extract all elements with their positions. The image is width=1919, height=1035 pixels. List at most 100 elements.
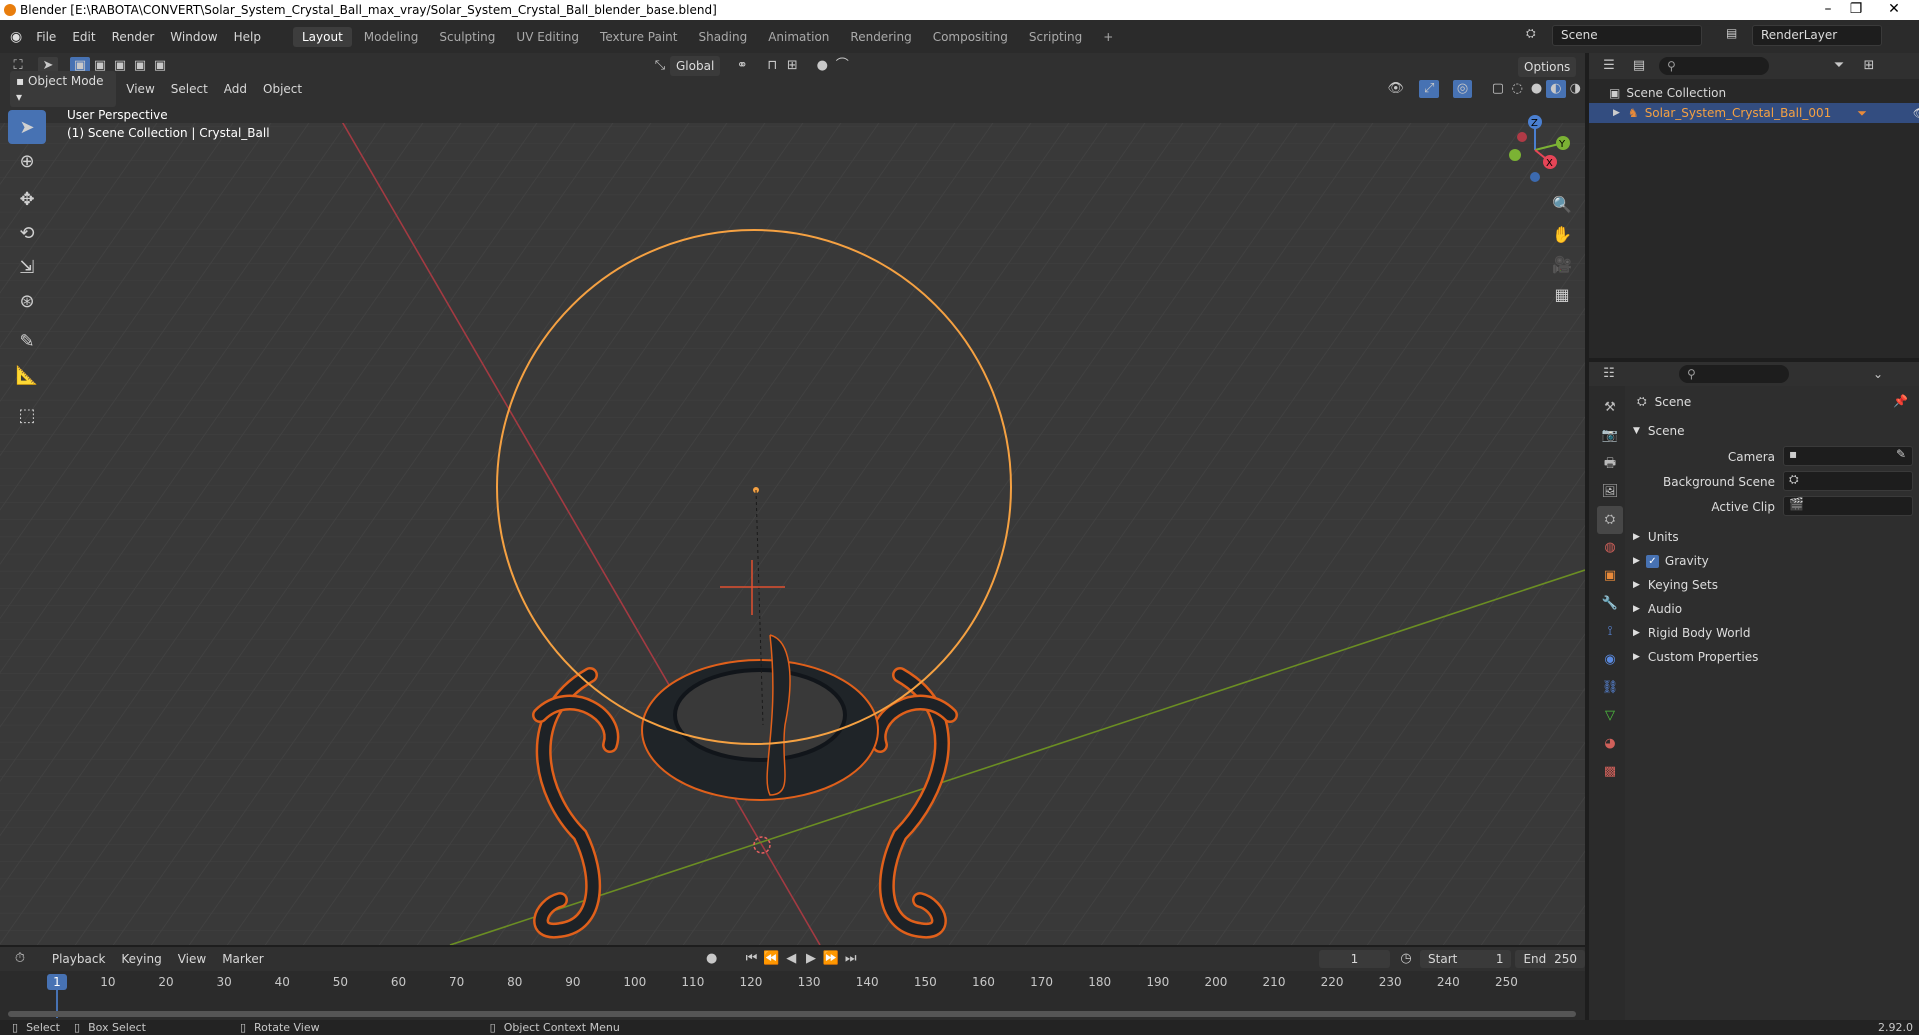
chevron-down-icon[interactable]: ⌄ [1873, 367, 1883, 381]
render-tab-icon[interactable]: 📷 [1597, 422, 1623, 450]
scene-icon[interactable]: ⛭ [1526, 26, 1536, 41]
output-tab-icon[interactable]: 🖶 [1597, 450, 1623, 478]
transform-tool-icon[interactable]: ⊛ [8, 284, 46, 318]
gizmo-toggle-icon[interactable]: ⤢ [1419, 80, 1439, 98]
menu-edit[interactable]: Edit [64, 30, 103, 44]
tab-layout[interactable]: Layout [292, 26, 352, 47]
new-collection-icon[interactable]: ⊞ [1859, 57, 1879, 75]
eye-visibility-icon[interactable]: 👁 [1913, 106, 1919, 120]
render-layer-icon[interactable]: ▤ [1726, 26, 1737, 40]
falloff-icon[interactable]: ⌒ [832, 57, 852, 75]
move-tool-icon[interactable]: ✥ [8, 182, 46, 216]
menu-file[interactable]: File [28, 30, 64, 44]
add-cube-tool-icon[interactable]: ⬚ [8, 398, 46, 432]
outliner-editor-icon[interactable]: ☰ [1599, 57, 1619, 75]
select-box-tool-icon[interactable]: ➤ [8, 110, 46, 144]
eyedropper-icon[interactable]: ✎ [1896, 447, 1906, 461]
select-invert-icon[interactable]: ▣ [130, 57, 150, 75]
particles-tab-icon[interactable]: ⟟ [1597, 618, 1623, 646]
object-tab-icon[interactable]: ▣ [1597, 562, 1623, 590]
properties-editor-icon[interactable]: ☷ [1599, 365, 1619, 383]
tab-compositing[interactable]: Compositing [924, 27, 1017, 47]
tool-tab-icon[interactable]: ⚒ [1597, 394, 1623, 422]
close-icon[interactable]: ✕ [1880, 0, 1908, 20]
blender-menu-icon[interactable]: ◉ [10, 29, 22, 45]
display-mode-icon[interactable]: ▤ [1629, 57, 1649, 75]
menu-object[interactable]: Object [255, 82, 310, 96]
tab-scripting[interactable]: Scripting [1020, 27, 1091, 47]
view-layer-tab-icon[interactable]: 🖼 [1597, 478, 1623, 506]
menu-add[interactable]: Add [216, 82, 255, 96]
scale-tool-icon[interactable]: ⇲ [8, 250, 46, 284]
tab-texture-paint[interactable]: Texture Paint [591, 27, 686, 47]
annotate-tool-icon[interactable]: ✎ [8, 324, 46, 358]
menu-view[interactable]: View [118, 82, 162, 96]
options-dropdown[interactable]: Options [1518, 57, 1577, 77]
material-tab-icon[interactable]: ◕ [1597, 730, 1623, 758]
orientation-dropdown[interactable]: Global [670, 55, 721, 76]
pivot-icon[interactable]: ⚭ [732, 57, 752, 75]
gravity-section[interactable]: ▶ ✓ Gravity [1633, 554, 1709, 568]
custom-properties-section[interactable]: ▶ Custom Properties [1633, 650, 1758, 664]
tab-uv-editing[interactable]: UV Editing [507, 27, 588, 47]
background-scene-field[interactable]: ⛭ [1783, 471, 1913, 491]
wireframe-shading-icon[interactable]: ◌ [1508, 80, 1527, 98]
material-shading-icon[interactable]: ◐ [1546, 80, 1566, 98]
tab-animation[interactable]: Animation [759, 27, 838, 47]
playhead[interactable]: 1 [47, 974, 67, 990]
select-intersect-icon[interactable]: ▣ [150, 57, 170, 75]
cursor-tool-icon[interactable]: ⊕ [8, 144, 46, 178]
rigid-body-world-section[interactable]: ▶ Rigid Body World [1633, 626, 1750, 640]
navigation-gizmo[interactable]: Z Y X [1490, 110, 1580, 190]
pin-icon[interactable]: 📌 [1893, 394, 1908, 408]
menu-help[interactable]: Help [226, 30, 269, 44]
minimize-icon[interactable]: – [1814, 0, 1842, 20]
scene-tab-icon[interactable]: ⛭ [1597, 506, 1623, 534]
proportional-icon[interactable]: ● [812, 57, 832, 75]
rotate-tool-icon[interactable]: ⟲ [8, 216, 46, 250]
modifier-tab-icon[interactable]: 🔧 [1597, 590, 1623, 618]
timeline-scrollbar[interactable] [8, 1011, 1576, 1017]
xray-icon[interactable]: ▢ [1488, 80, 1507, 98]
world-tab-icon[interactable]: ◍ [1597, 534, 1623, 562]
menu-window[interactable]: Window [162, 30, 225, 44]
ortho-grid-icon[interactable]: ▦ [1548, 280, 1576, 310]
visibility-icon[interactable]: 👁 [1386, 80, 1405, 98]
pan-hand-icon[interactable]: ✋ [1548, 220, 1576, 250]
camera-field[interactable]: ▪ ✎ [1783, 446, 1913, 466]
solid-shading-icon[interactable]: ● [1527, 80, 1546, 98]
snap-icon[interactable]: ⊓ [762, 57, 782, 75]
physics-tab-icon[interactable]: ◉ [1597, 646, 1623, 674]
active-clip-field[interactable]: 🎬 [1783, 496, 1913, 516]
rendered-shading-icon[interactable]: ◑ [1566, 80, 1585, 98]
zoom-icon[interactable]: 🔍 [1548, 190, 1576, 220]
add-workspace-button[interactable]: + [1094, 27, 1122, 47]
menu-render[interactable]: Render [104, 30, 163, 44]
orientation-icon[interactable]: ⤡ [650, 57, 670, 75]
tab-rendering[interactable]: Rendering [841, 27, 920, 47]
keying-sets-section[interactable]: ▶ Keying Sets [1633, 578, 1718, 592]
3d-viewport[interactable] [0, 75, 1585, 945]
tab-sculpting[interactable]: Sculpting [430, 27, 504, 47]
render-layer-selector[interactable]: RenderLayer [1752, 25, 1882, 46]
gravity-checkbox[interactable]: ✓ [1645, 554, 1659, 568]
filter-icon[interactable]: ⏷ [1829, 57, 1849, 75]
outliner-item[interactable]: ▶ ♞ Solar_System_Crystal_Ball_001 ⏷ 👁 [1589, 103, 1919, 123]
snap-target-icon[interactable]: ⊞ [782, 57, 802, 75]
menu-select[interactable]: Select [163, 82, 216, 96]
tab-modeling[interactable]: Modeling [355, 27, 428, 47]
maximize-icon[interactable]: ❐ [1842, 0, 1870, 20]
camera-view-icon[interactable]: 🎥 [1548, 250, 1576, 280]
properties-search-input[interactable]: ⚲ [1679, 365, 1789, 383]
scene-panel-header[interactable]: ▼ Scene [1633, 424, 1685, 438]
constraints-tab-icon[interactable]: ⛓ [1597, 674, 1623, 702]
outliner-root[interactable]: ▣ Scene Collection [1589, 83, 1919, 103]
overlay-toggle-icon[interactable]: ◎ [1452, 80, 1473, 98]
measure-tool-icon[interactable]: 📐 [8, 358, 46, 392]
texture-tab-icon[interactable]: ▩ [1597, 758, 1623, 786]
mode-dropdown[interactable]: ▪ Object Mode ▾ [10, 71, 117, 107]
units-section[interactable]: ▶ Units [1633, 530, 1679, 544]
data-tab-icon[interactable]: ▽ [1597, 702, 1623, 730]
expand-arrow-icon[interactable]: ▶ [1613, 108, 1620, 118]
outliner-search-input[interactable]: ⚲ [1659, 57, 1769, 75]
